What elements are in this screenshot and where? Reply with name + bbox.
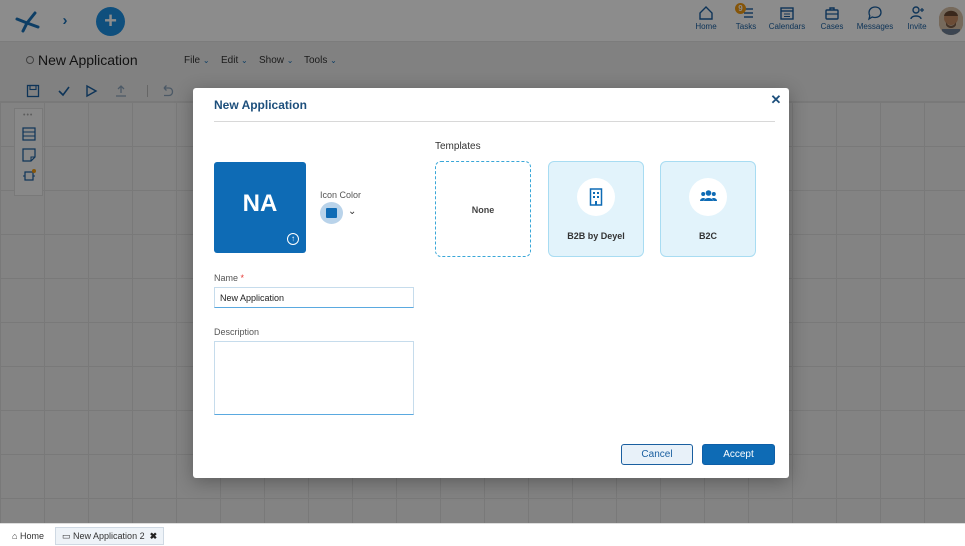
close-tab-icon[interactable]: ✖ [150, 531, 158, 541]
icon-color-label: Icon Color [320, 190, 362, 200]
home-icon: ⌂ [12, 531, 18, 541]
icon-color-swatch[interactable] [320, 202, 343, 224]
dialog-title: New Application [214, 98, 307, 112]
building-icon [589, 188, 603, 206]
chevron-down-icon[interactable]: ⌄ [348, 206, 356, 217]
new-application-dialog: New Application ✕ NA ↑ Icon Color ⌄ Name… [193, 88, 789, 478]
name-label-text: Name [214, 273, 239, 283]
dialog-divider [214, 121, 775, 122]
template-b2b-label: B2B by Deyel [567, 231, 625, 241]
template-none[interactable]: None [435, 161, 531, 257]
users-icon [700, 190, 717, 201]
template-b2b[interactable]: B2B by Deyel [548, 161, 644, 257]
templates-label: Templates [435, 141, 481, 152]
template-b2c-icon-circle [689, 178, 727, 216]
template-b2b-icon-circle [577, 178, 615, 216]
cancel-button[interactable]: Cancel [621, 444, 693, 465]
tab-home[interactable]: ⌂ Home [12, 528, 44, 544]
close-icon[interactable]: ✕ [769, 93, 783, 107]
application-icon-abbr: NA [242, 190, 278, 217]
icon-color-sample [326, 208, 337, 218]
description-field[interactable] [214, 341, 414, 415]
template-b2c[interactable]: B2C [660, 161, 756, 257]
tab-new-application-2-label: New Application 2 [73, 531, 145, 541]
template-none-label: None [471, 205, 495, 215]
tab-home-label: Home [19, 531, 44, 541]
name-field[interactable] [214, 287, 414, 308]
window-icon: ▭ [62, 531, 71, 541]
bottom-tab-bar: ⌂ Home ▭ New Application 2 ✖ [0, 523, 965, 546]
required-mark: * [240, 273, 245, 283]
template-b2c-label: B2C [698, 231, 717, 241]
description-label: Description [214, 327, 260, 337]
tab-new-application-2[interactable]: ▭ New Application 2 ✖ [55, 527, 165, 545]
accept-button[interactable]: Accept [702, 444, 775, 465]
name-label: Name * [214, 273, 244, 283]
upload-icon[interactable]: ↑ [287, 233, 299, 245]
application-icon-tile[interactable]: NA ↑ [214, 162, 306, 253]
